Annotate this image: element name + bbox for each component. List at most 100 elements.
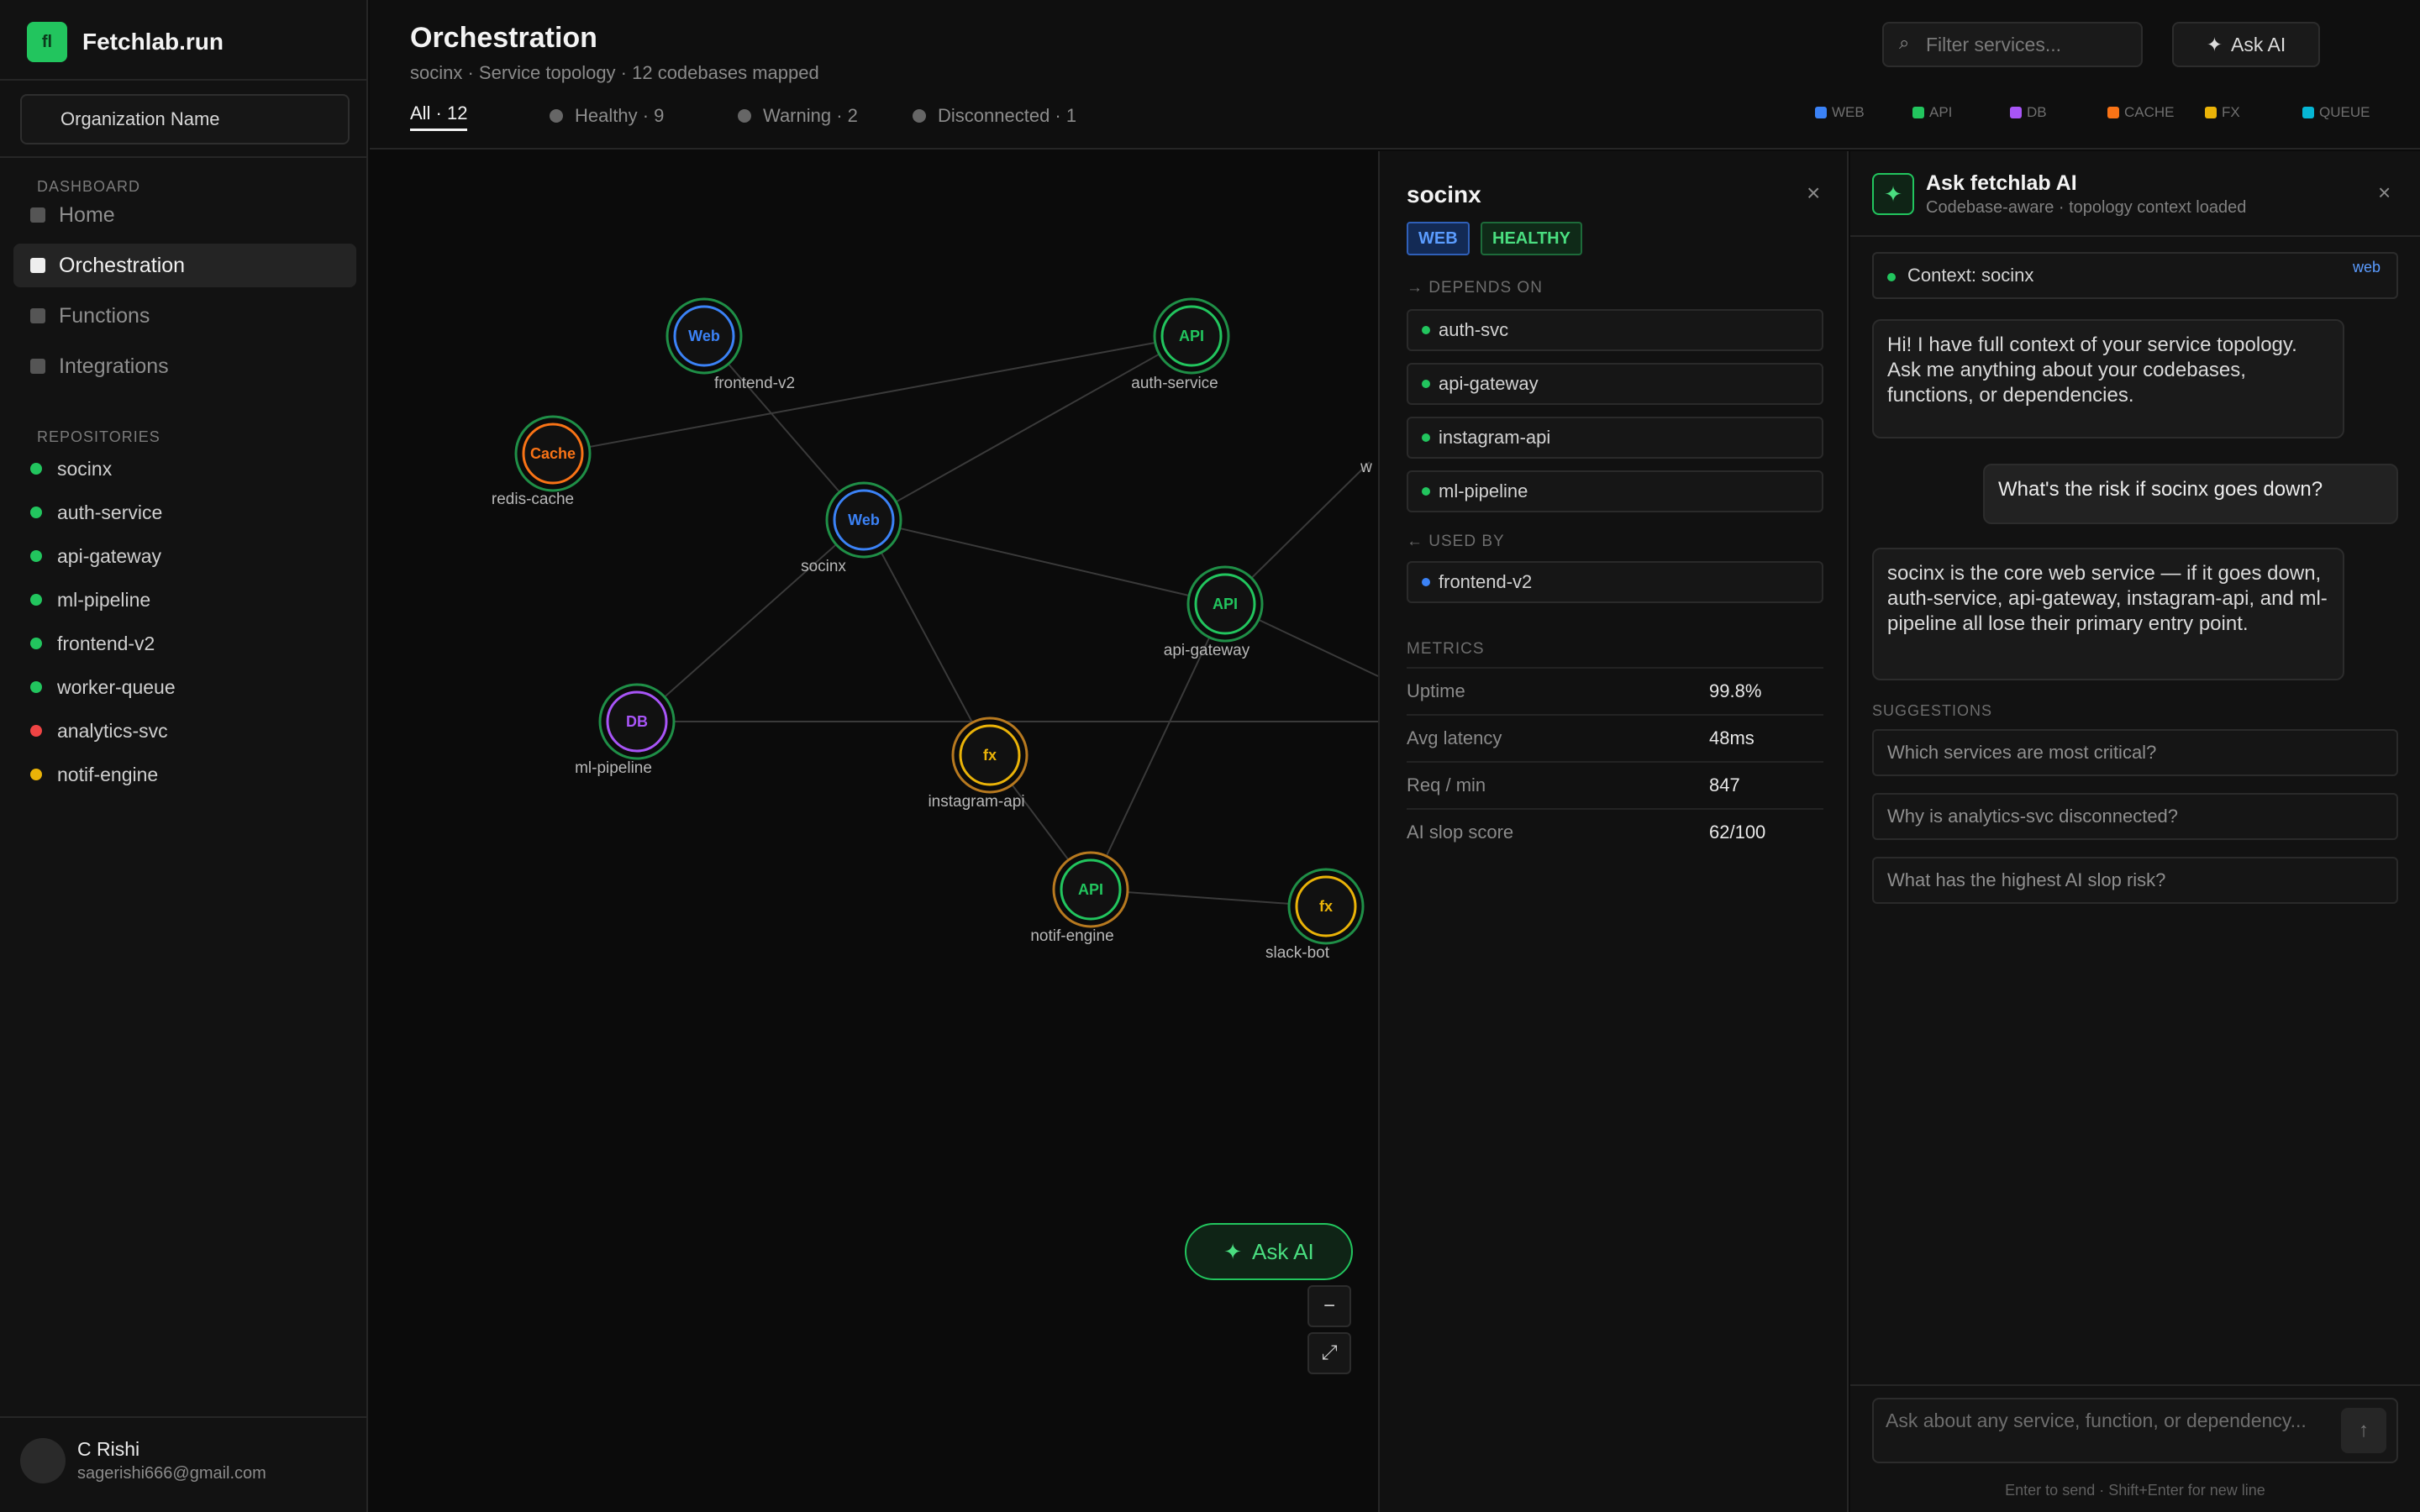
suggestion-item[interactable]: Which services are most critical?: [1872, 729, 2398, 776]
sidebar-item-home[interactable]: Home: [13, 193, 356, 237]
node-slack-bot[interactable]: fx slack-bot: [1265, 868, 1365, 962]
legend-item-queue: QUEUE: [2302, 104, 2370, 121]
context-label: Context: socinx: [1907, 265, 2034, 286]
node-notif-engine[interactable]: API notif-engine: [1030, 851, 1129, 945]
tab-disconnected[interactable]: Disconnected · 1: [913, 101, 1076, 131]
brand-name: Fetchlab.run: [82, 29, 224, 55]
filter-services-input[interactable]: [1882, 22, 2143, 67]
sidebar-divider: [0, 79, 368, 81]
dependency-item-ml-pipeline[interactable]: ml-pipeline: [1407, 470, 1823, 512]
repo-item-api-gateway[interactable]: api-gateway: [30, 539, 161, 573]
suggestion-item[interactable]: Why is analytics-svc disconnected?: [1872, 793, 2398, 840]
node-label: notif-engine: [1030, 927, 1113, 945]
ask-ai-button[interactable]: ✦ Ask AI: [2172, 22, 2320, 67]
repo-item-worker-queue[interactable]: worker-queue: [30, 670, 176, 704]
brand[interactable]: fl Fetchlab.run: [27, 20, 224, 64]
node-type-label: API: [1179, 328, 1204, 344]
repo-name: api-gateway: [57, 544, 162, 567]
dependency-name: api-gateway: [1439, 373, 1539, 394]
avatar: [20, 1438, 66, 1483]
ask-ai-floating-button[interactable]: ✦ Ask AI: [1185, 1223, 1353, 1280]
sidebar-item-integrations[interactable]: Integrations: [13, 344, 356, 388]
sidebar: fl Fetchlab.run Organization Name DASHBO…: [0, 0, 368, 1512]
legend-item-fx: FX: [2205, 104, 2240, 121]
dependency-item-auth-svc[interactable]: auth-svc: [1407, 309, 1823, 351]
suggestions-title: SUGGESTIONS: [1872, 702, 1993, 719]
dependency-name: auth-svc: [1439, 319, 1509, 340]
assistant-message: Hi! I have full context of your service …: [1872, 319, 2344, 438]
status-dot: [913, 109, 926, 123]
sidebar-item-orchestration[interactable]: Orchestration: [13, 244, 356, 287]
topology-svg[interactable]: Web frontend-v2 API auth-service Cache redis-…: [370, 151, 1378, 1512]
sparkle-icon: ✦: [1223, 1238, 1243, 1264]
tab-healthy[interactable]: Healthy · 9: [550, 101, 664, 131]
repo-status-dot: [30, 725, 42, 737]
tab-all[interactable]: All · 12: [410, 101, 468, 131]
user-profile[interactable]: C Rishi sagerishi666@gmail.com: [20, 1438, 266, 1483]
user-message: What's the risk if socinx goes down?: [1983, 464, 2398, 524]
close-icon[interactable]: ×: [2378, 180, 2391, 206]
ai-panel-subtitle: Codebase-aware · topology context loaded: [1926, 198, 2247, 217]
node-type-label: fx: [1319, 898, 1333, 915]
node-redis-cache[interactable]: Cache redis-cache: [492, 415, 592, 508]
repo-status-dot: [30, 681, 42, 693]
dependency-name: instagram-api: [1439, 427, 1551, 448]
repo-status-dot: [30, 638, 42, 649]
node-auth-service[interactable]: API auth-service: [1131, 297, 1230, 392]
repo-item-socinx[interactable]: socinx: [30, 452, 112, 486]
tab-label: Healthy · 9: [575, 105, 665, 126]
used-by-title: ← USED BY: [1407, 533, 1505, 550]
node-worker-queue[interactable]: w: [1360, 459, 1372, 476]
status-dot: [738, 109, 751, 123]
node-type-label: fx: [983, 747, 997, 764]
topology-graph[interactable]: Web frontend-v2 API auth-service Cache redis-…: [370, 151, 1378, 1512]
dependency-item-api-gateway[interactable]: api-gateway: [1407, 363, 1823, 405]
service-detail-panel: socinx × WEB HEALTHY → DEPENDS ON auth-s…: [1378, 151, 1849, 1512]
repo-status-dot: [30, 594, 42, 606]
repo-item-auth-service[interactable]: auth-service: [30, 496, 162, 529]
repo-item-analytics-svc[interactable]: analytics-svc: [30, 714, 168, 748]
dependency-item-instagram-api[interactable]: instagram-api: [1407, 417, 1823, 459]
ask-ai-label: Ask AI: [2231, 33, 2286, 55]
fit-view-button[interactable]: ⤢: [1307, 1332, 1351, 1374]
metrics-title: METRICS: [1407, 640, 1485, 658]
send-button[interactable]: ↑: [2341, 1408, 2386, 1453]
repo-item-notif-engine[interactable]: notif-engine: [30, 758, 158, 791]
node-type-label: API: [1213, 596, 1238, 612]
node-frontend-v2[interactable]: Web frontend-v2: [666, 297, 795, 392]
zoom-out-button[interactable]: −: [1307, 1285, 1351, 1327]
suggestion-item[interactable]: What has the highest AI slop risk?: [1872, 857, 2398, 904]
graph-nodes[interactable]: Web frontend-v2 API auth-service Cache redis-…: [492, 297, 1372, 962]
repo-item-frontend-v2[interactable]: frontend-v2: [30, 627, 155, 660]
input-hint: Enter to send · Shift+Enter for new line: [2005, 1482, 2265, 1499]
legend-item-web: WEB: [1815, 104, 1865, 121]
close-icon[interactable]: ×: [1807, 180, 1820, 207]
node-type-label: Web: [688, 328, 720, 344]
repo-name: ml-pipeline: [57, 588, 151, 611]
edge: [863, 335, 1192, 521]
node-api-gateway[interactable]: API api-gateway: [1164, 565, 1264, 659]
node-label: ml-pipeline: [575, 759, 652, 777]
context-chip: Context: socinx web: [1872, 252, 2398, 299]
ai-panel-title: Ask fetchlab AI: [1926, 171, 2077, 195]
page-header: Orchestration socinx · Service topology …: [370, 0, 2420, 150]
metric-row-ai-slop-score: AI slop score 62/100: [1407, 808, 1823, 855]
sidebar-item-functions[interactable]: Functions: [13, 294, 356, 338]
assistant-message: socinx is the core web service — if it g…: [1872, 548, 2344, 680]
user-email: sagerishi666@gmail.com: [77, 1464, 266, 1483]
metric-label: Req / min: [1407, 774, 1486, 795]
organization-select[interactable]: Organization Name: [20, 94, 350, 144]
ai-chat-input[interactable]: [1872, 1398, 2398, 1463]
legend-swatch: [1912, 107, 1924, 118]
edge: [552, 335, 1192, 454]
metric-row-uptime: Uptime 99.8%: [1407, 667, 1823, 714]
ai-divider: [1850, 235, 2420, 237]
node-instagram-api[interactable]: fx instagram-api: [928, 717, 1028, 811]
node-ml-pipeline[interactable]: DB ml-pipeline: [575, 683, 676, 777]
repo-status-dot: [30, 463, 42, 475]
ask-ai-label: Ask AI: [1252, 1238, 1314, 1264]
repo-item-ml-pipeline[interactable]: ml-pipeline: [30, 583, 150, 617]
tab-warning[interactable]: Warning · 2: [738, 101, 858, 131]
legend-label: QUEUE: [2319, 104, 2370, 120]
used-by-item-frontend-v2[interactable]: frontend-v2: [1407, 561, 1823, 603]
